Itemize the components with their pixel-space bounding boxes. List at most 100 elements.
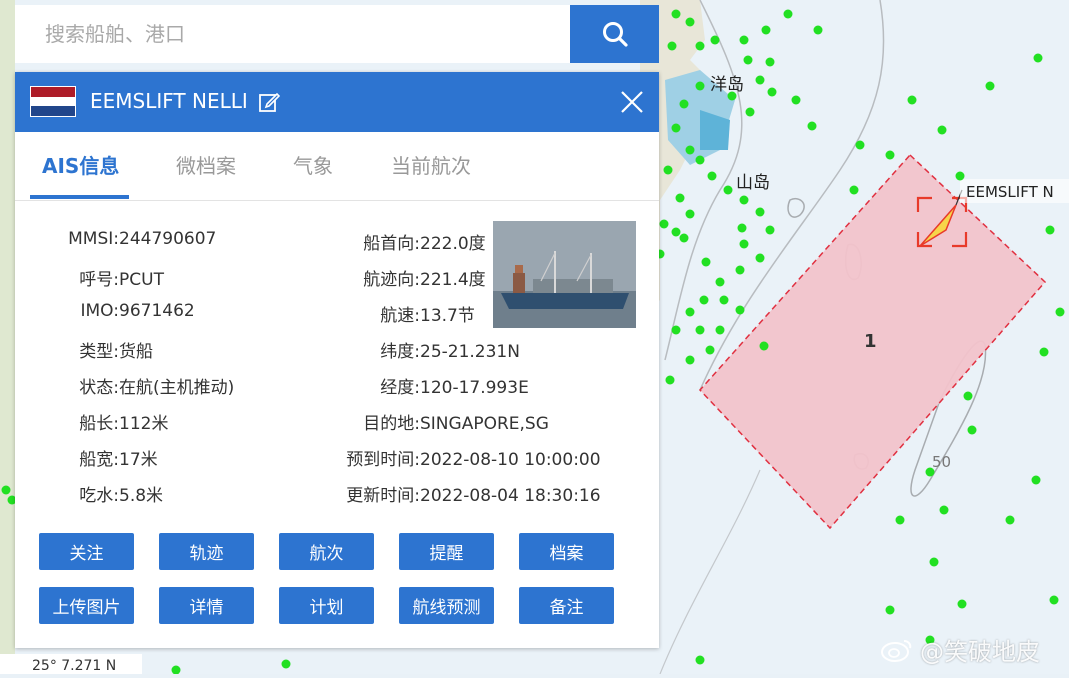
tab-micro-archive[interactable]: 微档案	[176, 150, 236, 179]
ship-marker[interactable]	[765, 57, 775, 67]
ship-marker[interactable]	[685, 355, 695, 365]
follow-button[interactable]: 关注	[39, 533, 134, 570]
ship-marker[interactable]	[671, 325, 681, 335]
route-prediction-button[interactable]: 航线预测	[399, 587, 494, 624]
ship-marker[interactable]	[755, 75, 765, 85]
notes-button[interactable]: 备注	[519, 587, 614, 624]
ship-marker[interactable]	[939, 505, 949, 515]
ship-marker[interactable]	[685, 209, 695, 219]
track-button[interactable]: 轨迹	[159, 533, 254, 570]
ship-marker[interactable]	[739, 239, 749, 249]
ship-marker[interactable]	[955, 171, 965, 181]
ship-photo[interactable]	[493, 221, 636, 328]
ship-marker[interactable]	[715, 277, 725, 287]
ship-marker[interactable]	[759, 341, 769, 351]
ship-marker[interactable]	[723, 185, 733, 195]
info-row-mmsi: MMSI:244790607	[68, 229, 217, 249]
ship-marker[interactable]	[783, 9, 793, 19]
ship-marker[interactable]	[1005, 515, 1015, 525]
ship-marker[interactable]	[727, 91, 737, 101]
ship-marker[interactable]	[745, 107, 755, 117]
info-row-latitude: 纬度:25-21.231N	[380, 342, 520, 362]
ship-marker[interactable]	[767, 87, 777, 97]
ship-marker[interactable]	[665, 375, 675, 385]
ship-marker[interactable]	[695, 655, 705, 665]
ship-marker[interactable]	[755, 253, 765, 263]
ship-marker[interactable]	[710, 35, 720, 45]
ship-marker[interactable]	[855, 140, 865, 150]
ship-marker[interactable]	[685, 145, 695, 155]
ship-marker[interactable]	[925, 467, 935, 477]
ship-marker[interactable]	[685, 17, 695, 27]
tab-weather[interactable]: 气象	[293, 150, 333, 179]
plan-button[interactable]: 计划	[279, 587, 374, 624]
ship-marker[interactable]	[281, 659, 291, 669]
ship-marker[interactable]	[765, 225, 775, 235]
ship-marker[interactable]	[695, 155, 705, 165]
ship-marker[interactable]	[715, 325, 725, 335]
ship-marker[interactable]	[929, 557, 939, 567]
ship-marker[interactable]	[849, 185, 859, 195]
ship-marker[interactable]	[985, 81, 995, 91]
ship-marker[interactable]	[937, 125, 947, 135]
search-input[interactable]	[15, 5, 570, 63]
ship-marker[interactable]	[695, 325, 705, 335]
ship-marker[interactable]	[705, 345, 715, 355]
ship-marker[interactable]	[735, 305, 745, 315]
archive-button[interactable]: 档案	[519, 533, 614, 570]
info-row-heading: 船首向:222.0度	[363, 234, 486, 254]
ship-marker[interactable]	[1039, 347, 1049, 357]
ship-marker[interactable]	[761, 25, 771, 35]
edit-icon[interactable]	[258, 91, 280, 113]
ship-marker[interactable]	[679, 233, 689, 243]
ship-marker[interactable]	[967, 425, 977, 435]
ship-marker[interactable]	[791, 95, 801, 105]
ship-marker[interactable]	[699, 295, 709, 305]
ship-marker[interactable]	[1031, 475, 1041, 485]
ship-marker[interactable]	[807, 121, 817, 131]
tab-current-voyage[interactable]: 当前航次	[391, 150, 471, 179]
upload-photo-button[interactable]: 上传图片	[39, 587, 134, 624]
ship-marker[interactable]	[885, 605, 895, 615]
ship-marker[interactable]	[1045, 225, 1055, 235]
ship-marker[interactable]	[695, 81, 705, 91]
longitude-value: 120-17.993E	[420, 378, 529, 398]
ship-marker[interactable]	[907, 95, 917, 105]
info-row-destination: 目的地:SINGAPORE,SG	[363, 414, 549, 434]
beam-value: 17米	[119, 450, 158, 470]
ship-marker[interactable]	[675, 193, 685, 203]
ship-marker[interactable]	[685, 307, 695, 317]
ship-marker[interactable]	[813, 25, 823, 35]
tab-ais-info[interactable]: AIS信息	[42, 150, 119, 179]
search-button[interactable]	[570, 5, 659, 63]
ship-marker[interactable]	[667, 41, 677, 51]
close-icon[interactable]	[619, 89, 645, 115]
ship-marker[interactable]	[671, 9, 681, 19]
details-button[interactable]: 详情	[159, 587, 254, 624]
ship-marker[interactable]	[1049, 595, 1059, 605]
ship-marker[interactable]	[755, 207, 765, 217]
ship-marker[interactable]	[719, 295, 729, 305]
alert-button[interactable]: 提醒	[399, 533, 494, 570]
ship-marker[interactable]	[739, 195, 749, 205]
ship-marker[interactable]	[701, 257, 711, 267]
ship-marker[interactable]	[707, 171, 717, 181]
ship-marker[interactable]	[963, 391, 973, 401]
voyage-button[interactable]: 航次	[279, 533, 374, 570]
ship-marker[interactable]	[671, 227, 681, 237]
ship-marker[interactable]	[695, 41, 705, 51]
ship-marker[interactable]	[885, 150, 895, 160]
ship-marker[interactable]	[671, 123, 681, 133]
ship-marker[interactable]	[957, 599, 967, 609]
ship-marker[interactable]	[1, 485, 11, 495]
ship-marker[interactable]	[895, 515, 905, 525]
ship-marker[interactable]	[659, 219, 669, 229]
ship-marker[interactable]	[679, 99, 689, 109]
ship-marker[interactable]	[735, 265, 745, 275]
ship-marker[interactable]	[1033, 53, 1043, 63]
ship-marker[interactable]	[1055, 307, 1065, 317]
ship-marker[interactable]	[737, 223, 747, 233]
ship-marker[interactable]	[743, 55, 753, 65]
ship-marker[interactable]	[739, 35, 749, 45]
ship-marker[interactable]	[663, 165, 673, 175]
